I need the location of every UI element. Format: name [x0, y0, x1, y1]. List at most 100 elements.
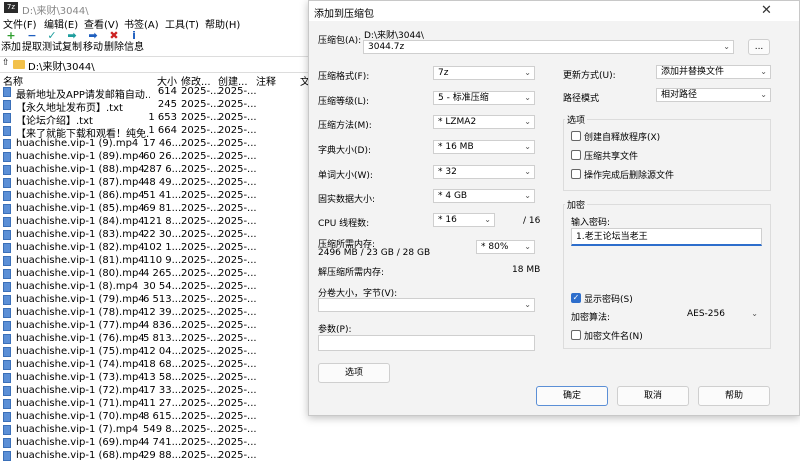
- menu-bookmarks[interactable]: 书签(A): [124, 16, 159, 31]
- file-icon: [3, 204, 11, 214]
- params-label: 参数(P):: [318, 325, 352, 335]
- archive-name-combo[interactable]: 3044.7z ⌄: [363, 40, 734, 54]
- method-select[interactable]: * LZMA2 ⌄: [433, 115, 535, 129]
- file-row[interactable]: huachishe.vip-1 (73).mp4 13 58... 2025-...…: [0, 372, 310, 385]
- close-icon[interactable]: ✕: [761, 3, 772, 18]
- file-row[interactable]: huachishe.vip-1 (81).mp4 110 9... 2025-...…: [0, 255, 310, 268]
- address-bar[interactable]: ⇧ D:\来财\3044\: [0, 56, 310, 73]
- path-mode-select[interactable]: 相对路径 ⌄: [656, 88, 771, 102]
- file-size: 614: [157, 86, 177, 97]
- file-row[interactable]: 【来了就能下载和观看！纯免... 1 664 2025-... 2025-...: [0, 125, 310, 140]
- help-button[interactable]: 帮助: [698, 386, 770, 406]
- delete-after-checkbox[interactable]: [571, 169, 581, 179]
- chevron-down-icon: ⌄: [524, 117, 531, 126]
- show-password-checkbox[interactable]: ✓: [571, 293, 581, 303]
- file-row[interactable]: huachishe.vip-1 (74).mp4 18 68... 2025-...…: [0, 359, 310, 372]
- archive-name-value: 3044.7z: [368, 42, 405, 52]
- dict-select[interactable]: * 16 MB ⌄: [433, 140, 535, 154]
- cpu-select[interactable]: * 16 ⌄: [433, 213, 495, 227]
- file-modified: 2025-...: [181, 450, 220, 461]
- file-row[interactable]: huachishe.vip-1 (72).mp4 17 33... 2025-...…: [0, 385, 310, 398]
- extract-button[interactable]: − 提取: [21, 30, 43, 54]
- update-select[interactable]: 添加并替换文件 ⌄: [656, 65, 771, 79]
- cancel-button[interactable]: 取消: [617, 386, 689, 406]
- password-input[interactable]: 1.老王论坛当老王: [571, 228, 762, 246]
- file-icon: [3, 451, 11, 461]
- file-icon: [3, 100, 11, 110]
- file-created: 2025-...: [218, 346, 257, 357]
- test-button[interactable]: ✓ 测试: [41, 30, 63, 54]
- dict-value: * 16 MB: [438, 142, 474, 152]
- file-row[interactable]: huachishe.vip-1 (70).mp4 8 615... 2025-...…: [0, 411, 310, 424]
- file-row[interactable]: 最新地址及APP请发邮箱自动... 614 2025-... 2025-...: [0, 86, 310, 101]
- mem-percent-select[interactable]: * 80% ⌄: [476, 240, 535, 254]
- file-row[interactable]: huachishe.vip-1 (80).mp4 4 265... 2025-...…: [0, 268, 310, 281]
- file-row[interactable]: huachishe.vip-1 (9).mp4 17 46... 2025-... 2…: [0, 138, 310, 151]
- params-input[interactable]: [318, 335, 535, 351]
- sfx-checkbox[interactable]: [571, 131, 581, 141]
- file-name: huachishe.vip-1 (70).mp4: [16, 411, 145, 422]
- move-button[interactable]: ➡ 移动: [82, 30, 104, 54]
- file-row[interactable]: huachishe.vip-1 (8).mp4 30 54... 2025-... 2…: [0, 281, 310, 294]
- file-list[interactable]: 最新地址及APP请发邮箱自动... 614 2025-... 2025-... 【永久地…: [0, 86, 310, 474]
- shared-label: 压缩共享文件: [584, 152, 639, 162]
- chevron-down-icon: ⌄: [524, 300, 531, 309]
- file-modified: 2025-...: [181, 138, 220, 149]
- file-size: 121 8...: [143, 216, 182, 227]
- file-row[interactable]: huachishe.vip-1 (77).mp4 4 836... 2025-...…: [0, 320, 310, 333]
- add-button[interactable]: + 添加: [0, 30, 22, 54]
- file-icon: [3, 334, 11, 344]
- up-folder-icon[interactable]: ⇧: [2, 58, 10, 68]
- level-value: 5 - 标准压缩: [438, 93, 489, 103]
- file-row[interactable]: huachishe.vip-1 (78).mp4 12 39... 2025-...…: [0, 307, 310, 320]
- enc-method-value: AES-256: [687, 309, 725, 319]
- file-row[interactable]: huachishe.vip-1 (89).mp4 60 26... 2025-...…: [0, 151, 310, 164]
- copy-button[interactable]: ➡ 复制: [61, 30, 83, 54]
- menu-help[interactable]: 帮助(H): [205, 16, 240, 31]
- address-path[interactable]: D:\来财\3044\: [28, 58, 95, 73]
- update-value: 添加并替换文件: [661, 67, 725, 77]
- word-select[interactable]: * 32 ⌄: [433, 165, 535, 179]
- file-row[interactable]: huachishe.vip-1 (83).mp4 22 30... 2025-...…: [0, 229, 310, 242]
- file-row[interactable]: huachishe.vip-1 (84).mp4 121 8... 2025-...…: [0, 216, 310, 229]
- file-name: huachishe.vip-1 (72).mp4: [16, 385, 145, 396]
- options-button[interactable]: 选项: [318, 363, 390, 383]
- file-row[interactable]: huachishe.vip-1 (86).mp4 51 41... 2025-...…: [0, 190, 310, 203]
- delete-button[interactable]: ✖ 删除: [103, 30, 125, 54]
- browse-button[interactable]: ...: [748, 39, 770, 55]
- menu-tools[interactable]: 工具(T): [165, 16, 199, 31]
- file-row[interactable]: 【永久地址发布页】.txt 245 2025-... 2025-...: [0, 99, 310, 114]
- file-row[interactable]: huachishe.vip-1 (87).mp4 48 49... 2025-...…: [0, 177, 310, 190]
- file-row[interactable]: huachishe.vip-1 (82).mp4 102 1... 2025-...…: [0, 242, 310, 255]
- enc-method-select[interactable]: AES-256 ⌄: [682, 307, 762, 321]
- cpu-total: / 16: [523, 216, 541, 226]
- file-row[interactable]: huachishe.vip-1 (7).mp4 549 8... 2025-... 2…: [0, 424, 310, 437]
- file-row[interactable]: huachishe.vip-1 (85).mp4 69 81... 2025-...…: [0, 203, 310, 216]
- test-label: 测试: [42, 42, 62, 53]
- file-row[interactable]: huachishe.vip-1 (75).mp4 12 04... 2025-...…: [0, 346, 310, 359]
- file-created: 2025-...: [218, 229, 257, 240]
- file-row[interactable]: huachishe.vip-1 (69).mp4 4 741... 2025-...…: [0, 437, 310, 450]
- encrypt-names-checkbox[interactable]: [571, 330, 581, 340]
- file-row[interactable]: huachishe.vip-1 (88).mp4 287 6... 2025-...…: [0, 164, 310, 177]
- chevron-down-icon: ⌄: [524, 242, 531, 251]
- file-size: 8 615...: [143, 411, 182, 422]
- file-modified: 2025-...: [181, 398, 220, 409]
- file-row[interactable]: huachishe.vip-1 (76).mp4 5 813... 2025-...…: [0, 333, 310, 346]
- shared-checkbox[interactable]: [571, 150, 581, 160]
- split-combo[interactable]: ⌄: [318, 298, 535, 312]
- solid-select[interactable]: * 4 GB ⌄: [433, 189, 535, 203]
- file-name: huachishe.vip-1 (85).mp4: [16, 203, 145, 214]
- file-created: 2025-...: [218, 359, 257, 370]
- info-button[interactable]: i 信息: [123, 30, 145, 54]
- level-select[interactable]: 5 - 标准压缩 ⌄: [433, 91, 535, 105]
- file-row[interactable]: huachishe.vip-1 (71).mp4 11 27... 2025-...…: [0, 398, 310, 411]
- ok-button[interactable]: 确定: [536, 386, 608, 406]
- file-modified: 2025-...: [181, 333, 220, 344]
- file-row[interactable]: huachishe.vip-1 (68).mp4 29 88... 2025-...…: [0, 450, 310, 463]
- folder-icon: [13, 60, 25, 69]
- format-select[interactable]: 7z ⌄: [433, 66, 535, 80]
- file-row[interactable]: 【论坛介绍】.txt 1 653 2025-... 2025-...: [0, 112, 310, 127]
- file-row[interactable]: huachishe.vip-1 (79).mp4 6 513... 2025-...…: [0, 294, 310, 307]
- file-size: 22 30...: [143, 229, 182, 240]
